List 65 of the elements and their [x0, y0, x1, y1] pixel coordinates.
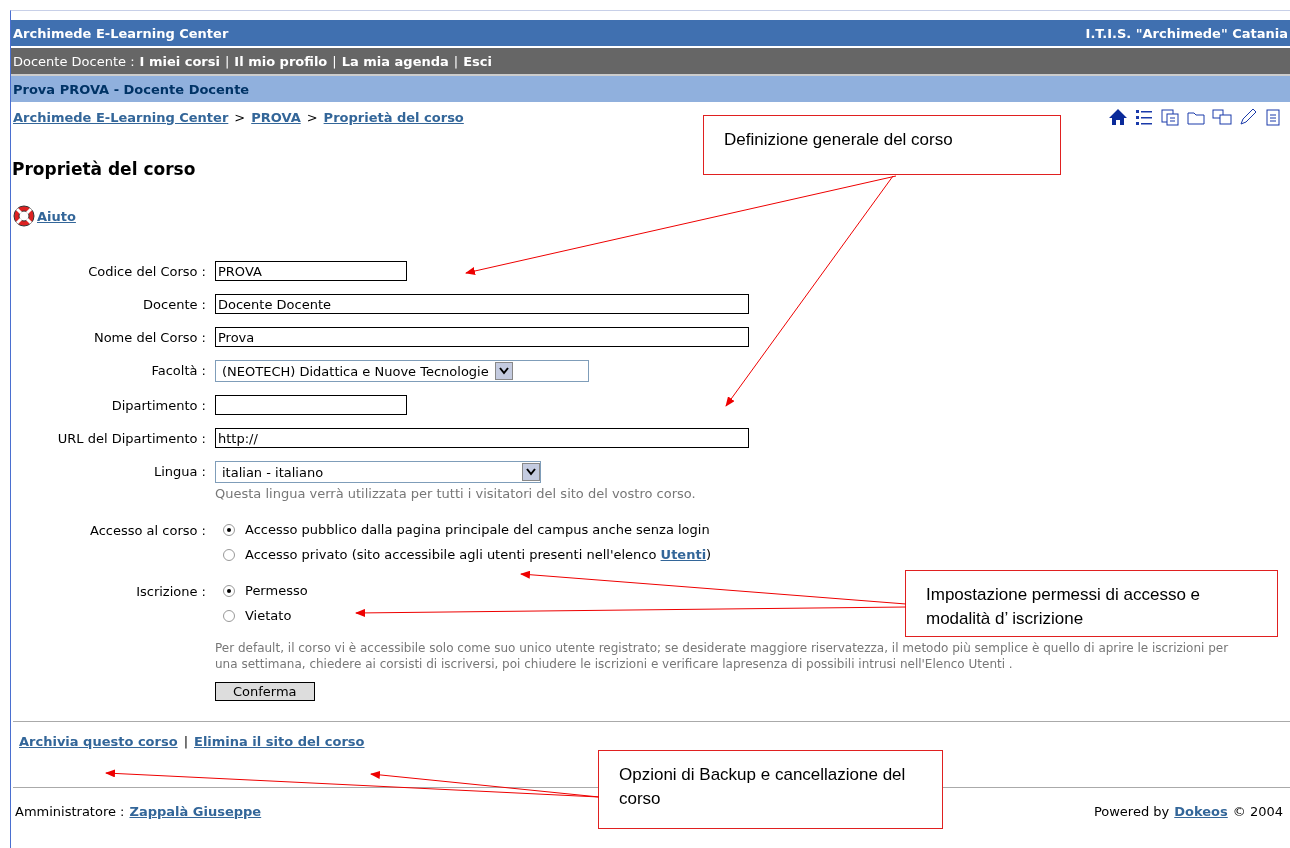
- menu-link[interactable]: I miei corsi: [139, 53, 220, 69]
- input-field[interactable]: http://: [215, 428, 749, 448]
- separator: |: [183, 734, 188, 749]
- confirm-button[interactable]: Conferma: [215, 682, 315, 701]
- option-label: Vietato: [245, 608, 292, 623]
- admin-label: Amministratore :: [15, 804, 125, 819]
- institution-name: I.T.I.S. "Archimede" Catania: [1085, 25, 1288, 41]
- option-label: Accesso privato (sito accessibile agli utenti presenti nell'elenco Utenti): [245, 547, 712, 562]
- user-name: Docente Docente :: [13, 53, 135, 69]
- nav-link[interactable]: Archivia questo corso: [19, 734, 178, 749]
- field-label: Iscrizione :: [135, 583, 206, 601]
- separator: |: [332, 53, 337, 69]
- menu-link[interactable]: La mia agenda: [341, 53, 449, 69]
- annotation-callout: Definizione generale del corso: [703, 115, 1061, 175]
- field-label: Dipartimento :: [110, 397, 206, 415]
- annotation-callout: Impostazione permessi di accesso e modalità d’ iscrizione: [905, 570, 1278, 637]
- site-title: Archimede E-Learning Center: [13, 25, 229, 41]
- input-field[interactable]: Prova: [215, 327, 749, 347]
- input-field[interactable]: Docente Docente: [215, 294, 749, 314]
- field-label: URL del Dipartimento :: [56, 430, 206, 448]
- option-label: Accesso pubblico dalla pagina principale del campus anche senza login: [245, 522, 710, 537]
- field-label: Codice del Corso :: [87, 263, 206, 281]
- note-text: Per default, il corso vi è accessibile solo come suo unico utente registrato; se desiderate maggiore riservatezza, il metodo più semplice è quello di aprire le iscrizioni per una settimana, chiedere ai corsisti di iscriversi, poi chiudere le iscrizioni e verificare lapresenza di possibili intrusi nell'Elenco Utenti .: [215, 640, 1230, 672]
- field-label: Nome del Corso :: [92, 329, 206, 347]
- radio-button[interactable]: [223, 523, 235, 536]
- separator: |: [453, 53, 459, 69]
- nav-link[interactable]: Elimina il sito del corso: [194, 734, 365, 749]
- radio-button[interactable]: [223, 548, 235, 561]
- breadcrumb-link[interactable]: Archimede E-Learning Center: [13, 109, 229, 125]
- separator: |: [224, 53, 230, 69]
- field-label: Accesso al corso :: [89, 522, 206, 540]
- field-label: Lingua :: [152, 463, 206, 481]
- dropdown[interactable]: (NEOTECH) Didattica e Nuove Tecnologie: [215, 360, 589, 382]
- dropdown[interactable]: italian - italiano: [215, 461, 541, 483]
- field-label: Docente :: [142, 296, 206, 314]
- input-field[interactable]: [215, 395, 407, 415]
- copyright-text: © 2004: [1232, 804, 1283, 819]
- breadcrumb-separator: >: [306, 109, 318, 125]
- menu-link[interactable]: Esci: [463, 53, 492, 69]
- powered-label: Powered by: [1093, 804, 1170, 819]
- breadcrumb-separator: >: [234, 109, 246, 125]
- help-link[interactable]: Aiuto: [37, 208, 76, 224]
- menu-link[interactable]: Il mio profilo: [234, 53, 328, 69]
- breadcrumb-link[interactable]: Proprietà del corso: [323, 109, 464, 125]
- document-icon[interactable]: [1160, 107, 1180, 127]
- radio-button[interactable]: [223, 609, 235, 622]
- input-field[interactable]: PROVA: [215, 261, 407, 281]
- course-title: Prova PROVA - Docente Docente: [13, 81, 250, 97]
- annotation-callout: Opzioni di Backup e cancellazione del corso: [598, 750, 943, 829]
- breadcrumb-link[interactable]: PROVA: [251, 109, 301, 125]
- caret-icon: [522, 463, 540, 481]
- dokeos-link[interactable]: Dokeos: [1174, 804, 1228, 819]
- field-label: Facoltà :: [150, 362, 206, 380]
- caret-icon: [494, 362, 513, 380]
- page-title: Proprietà del corso: [12, 159, 197, 179]
- users-link[interactable]: Utenti: [660, 547, 707, 562]
- hint-text: Questa lingua verrà utilizzata per tutti i visitatori del sito del vostro corso.: [215, 486, 697, 501]
- option-label: Permesso: [245, 583, 308, 598]
- radio-button[interactable]: [223, 584, 235, 597]
- admin-link[interactable]: Zappalà Giuseppe: [129, 804, 262, 819]
- windows-icon[interactable]: [1212, 107, 1232, 127]
- home-icon[interactable]: [1108, 107, 1128, 127]
- pencil-icon[interactable]: [1238, 107, 1258, 127]
- list-icon[interactable]: [1134, 107, 1154, 127]
- lifebuoy-icon[interactable]: [12, 204, 36, 228]
